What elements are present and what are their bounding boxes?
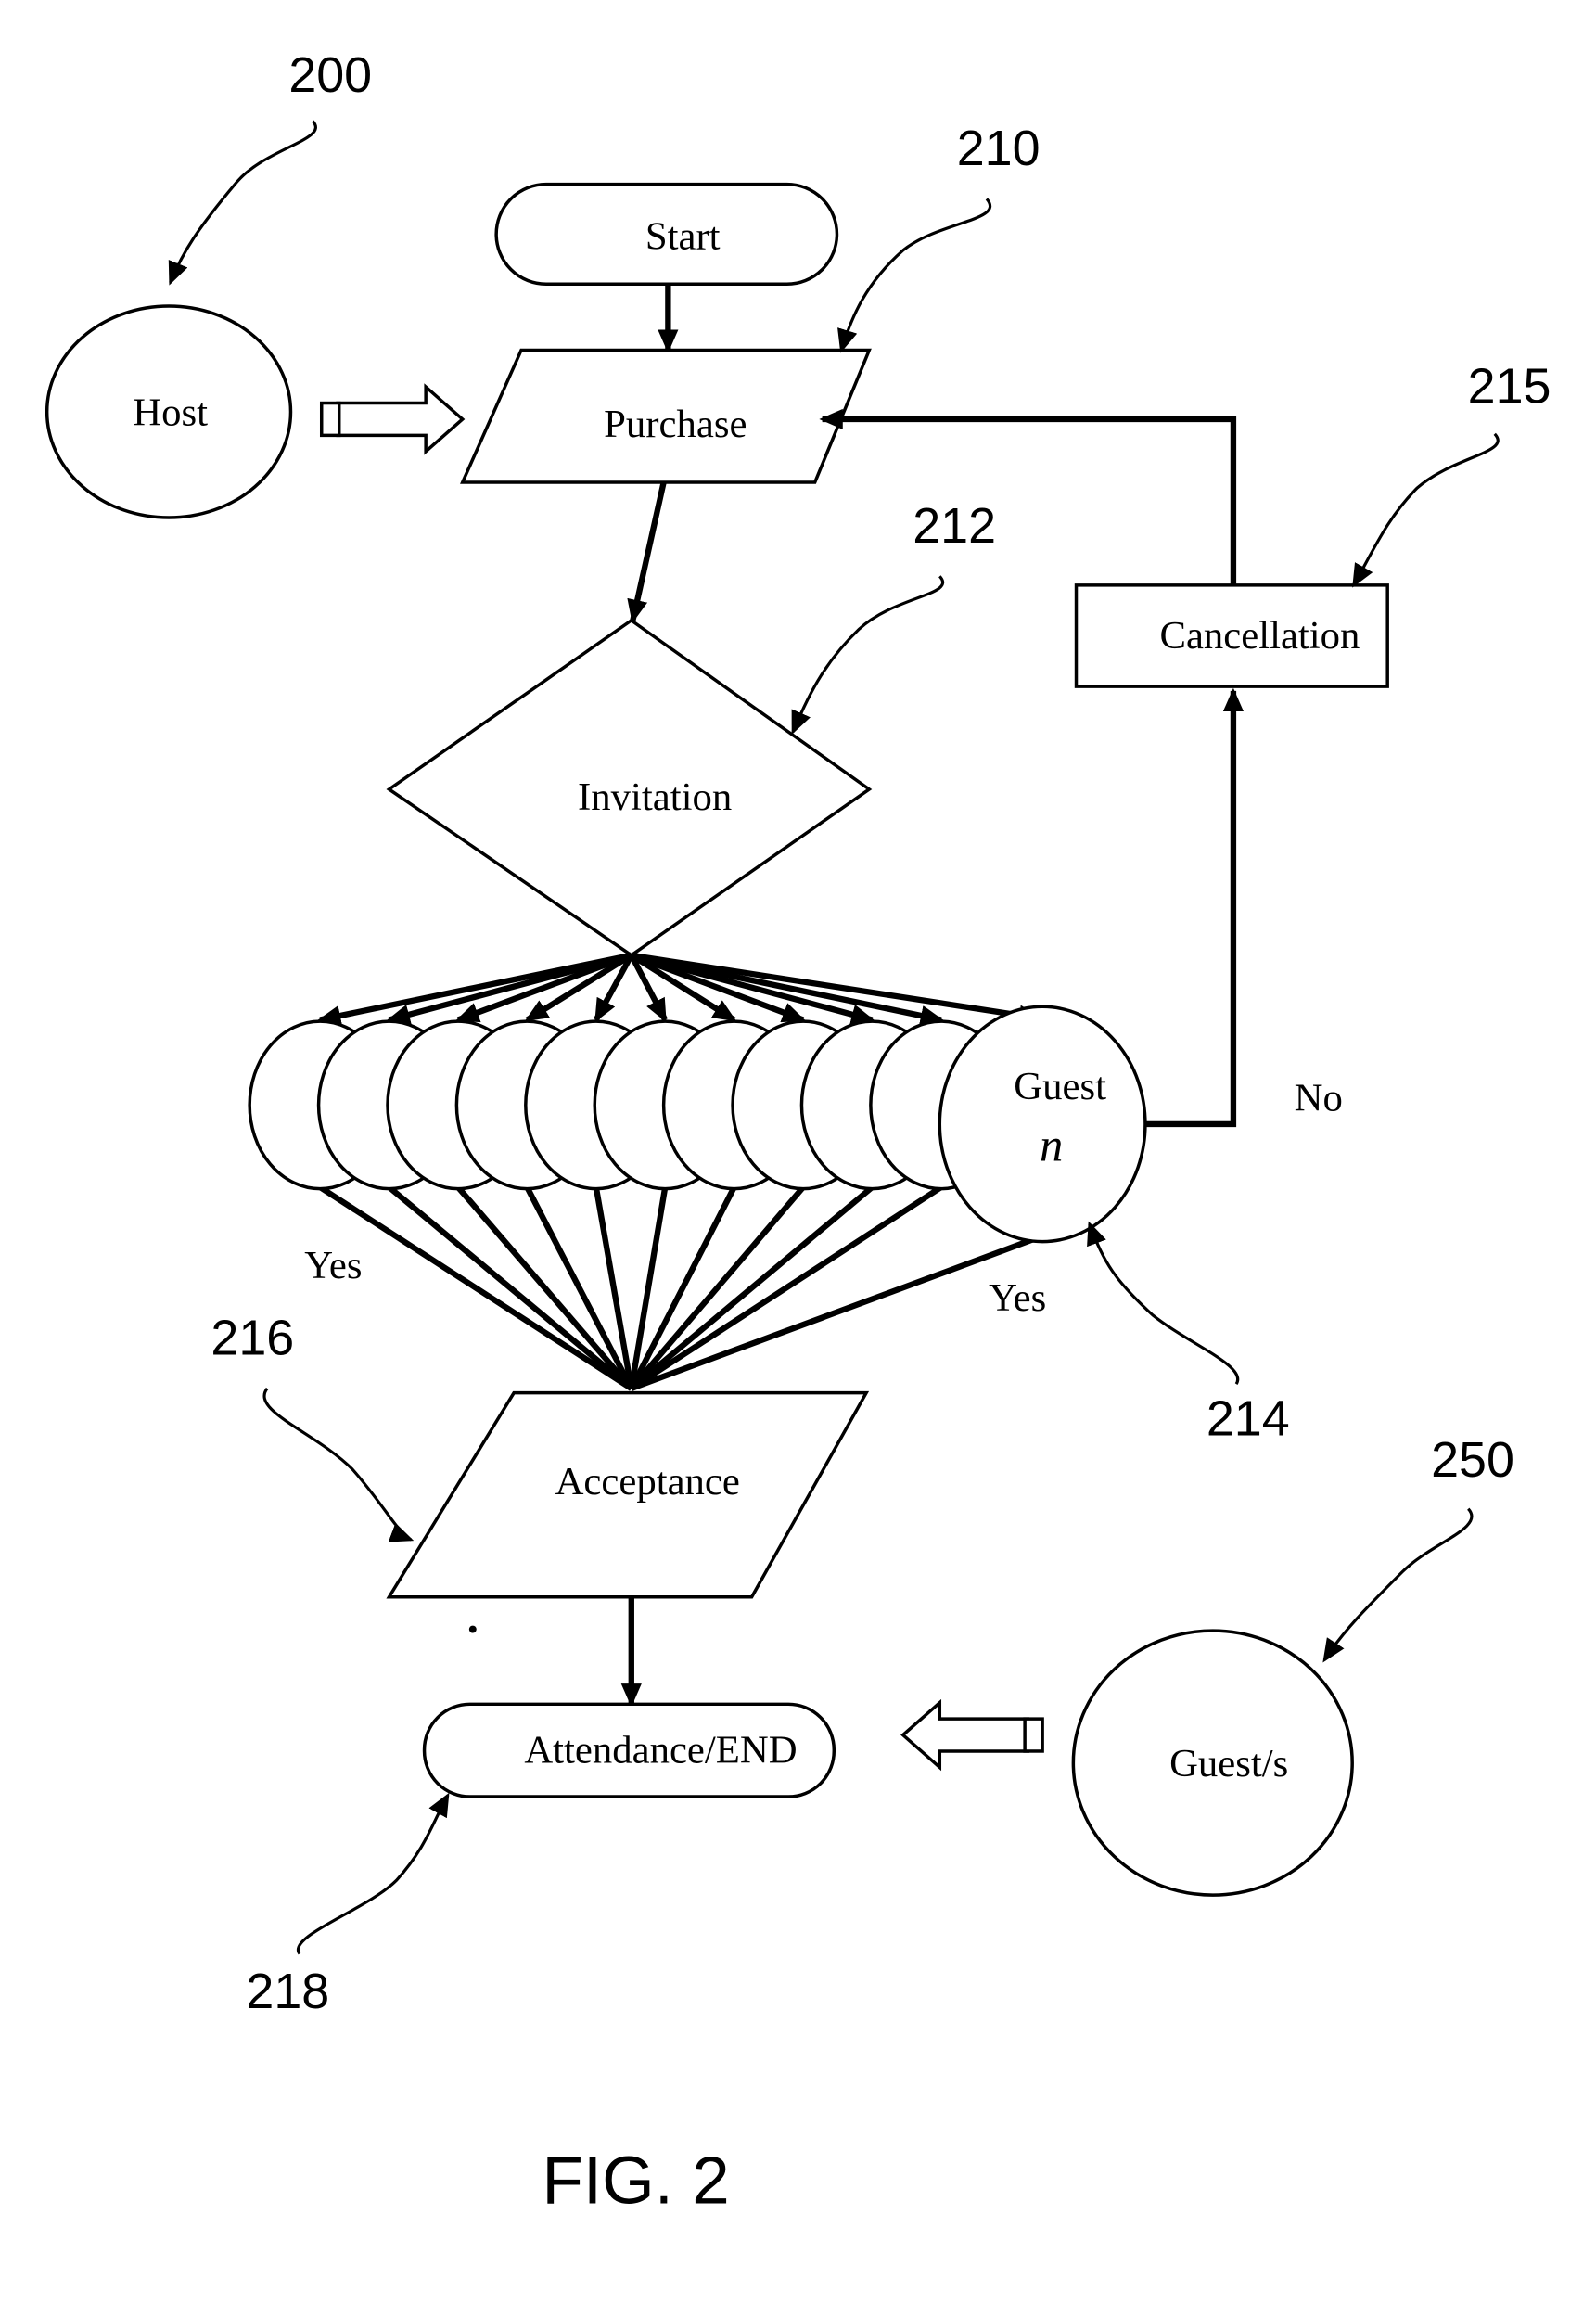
leader-215 [1352, 432, 1500, 588]
cancellation-label: Cancellation [1159, 614, 1360, 658]
purchase-label: Purchase [604, 403, 747, 446]
attendance-node: Attendance/END [422, 1702, 836, 1798]
guests-node: Guest/s [1071, 1629, 1354, 1897]
invitation-label: Invitation [578, 775, 732, 819]
edge-cancellation-purchase [819, 408, 1237, 585]
start-node: Start [494, 182, 839, 287]
ref-250: 250 [1431, 1432, 1514, 1488]
ref-215: 215 [1468, 359, 1551, 415]
leader-250 [1322, 1507, 1474, 1663]
purchase-node: Purchase [460, 348, 872, 484]
leader-218 [296, 1792, 450, 1955]
ref-214: 214 [1207, 1391, 1290, 1447]
yes-edge [387, 1184, 633, 1391]
start-label: Start [645, 214, 721, 258]
hollow-arrow-left-icon [900, 1698, 1044, 1772]
ref-200: 200 [288, 47, 372, 103]
hollow-arrow-right-icon [319, 383, 466, 455]
acceptance-node: Acceptance [386, 1390, 870, 1599]
guest-n-label: Guest [1014, 1065, 1106, 1108]
yes-edge [629, 1184, 875, 1391]
acceptance-label: Acceptance [555, 1460, 740, 1504]
leader-214 [1087, 1221, 1240, 1386]
invitation-node: Invitation [386, 618, 873, 957]
yes-edge [318, 1184, 633, 1391]
edge-label-yes-left: Yes [304, 1244, 362, 1287]
guest-n-node: Guest n [938, 1005, 1147, 1244]
leader-210 [837, 198, 991, 353]
edge-purchase-invitation [627, 481, 667, 623]
leader-200 [168, 120, 317, 286]
ref-216: 216 [211, 1310, 294, 1365]
ref-218: 218 [246, 1964, 329, 2019]
edge-guest-cancellation [1144, 687, 1245, 1128]
edge-label-yes-right: Yes [989, 1276, 1046, 1320]
host-label: Host [133, 390, 208, 434]
leader-216 [262, 1387, 415, 1542]
ref-210: 210 [957, 121, 1041, 176]
ref-212: 212 [913, 498, 996, 554]
cancellation-node: Cancellation [1074, 583, 1389, 688]
leader-212 [791, 575, 944, 736]
guest-n-sub: n [1040, 1119, 1063, 1171]
flowchart-figure: Host 200 Start Purchase 210 Invitation 2… [45, 47, 1551, 2219]
guest-circles [248, 1019, 1014, 1191]
figure-caption: FIG. 2 [542, 2144, 729, 2219]
stray-dot [468, 1625, 477, 1633]
attendance-label: Attendance/END [524, 1729, 797, 1773]
guests-label: Guest/s [1169, 1742, 1288, 1786]
invitation-edge [386, 952, 632, 1025]
edge-label-no: No [1295, 1077, 1343, 1120]
host-node: Host [45, 304, 293, 519]
